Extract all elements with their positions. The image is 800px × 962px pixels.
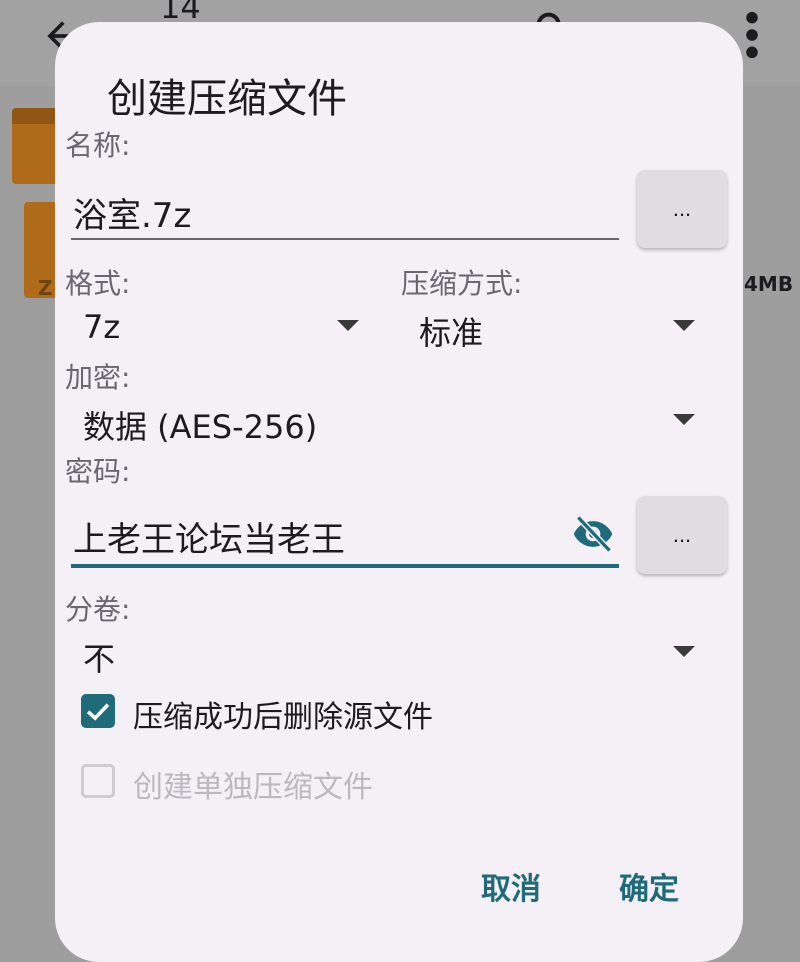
- separate-archive-checkbox[interactable]: [81, 764, 115, 798]
- encryption-dropdown-icon: [673, 414, 695, 425]
- separate-archive-label: 创建单独压缩文件: [133, 770, 373, 805]
- more-vert-icon[interactable]: [742, 10, 762, 60]
- password-input[interactable]: 上老王论坛当老王: [73, 512, 345, 561]
- archive-file-letter: Z: [38, 276, 53, 300]
- split-dropdown-icon: [673, 646, 695, 657]
- name-input-underline: [71, 238, 619, 240]
- create-archive-dialog: 创建压缩文件 名称: 浴室.7z ... 格式: 压缩方式: 7z 标准 加密:…: [55, 22, 743, 962]
- ok-button[interactable]: 确定: [619, 864, 679, 908]
- split-volume-value: 不: [83, 640, 116, 678]
- format-dropdown-icon: [337, 320, 359, 331]
- password-input-underline: [71, 564, 619, 568]
- cancel-button[interactable]: 取消: [481, 864, 541, 908]
- checkmark-icon: [86, 703, 110, 721]
- delete-source-label: 压缩成功后删除源文件: [133, 700, 433, 735]
- dialog-title: 创建压缩文件: [107, 76, 347, 122]
- delete-source-checkbox[interactable]: [81, 694, 115, 728]
- method-dropdown-icon: [673, 320, 695, 331]
- name-input[interactable]: 浴室.7z: [73, 188, 191, 237]
- visibility-off-icon[interactable]: [569, 512, 617, 556]
- password-options-button[interactable]: ...: [637, 496, 727, 574]
- compression-method-label: 压缩方式:: [401, 267, 523, 300]
- encryption-select-value: 数据 (AES-256): [83, 408, 318, 446]
- compression-method-value: 标准: [419, 314, 484, 352]
- file-size: 4MB: [744, 272, 794, 296]
- split-volume-label: 分卷:: [65, 593, 131, 626]
- password-label: 密码:: [65, 455, 131, 488]
- encryption-label: 加密:: [65, 361, 131, 394]
- format-select-value: 7z: [83, 308, 121, 346]
- browse-name-button[interactable]: ...: [637, 170, 727, 248]
- format-label: 格式:: [65, 267, 131, 300]
- name-label: 名称:: [65, 129, 131, 162]
